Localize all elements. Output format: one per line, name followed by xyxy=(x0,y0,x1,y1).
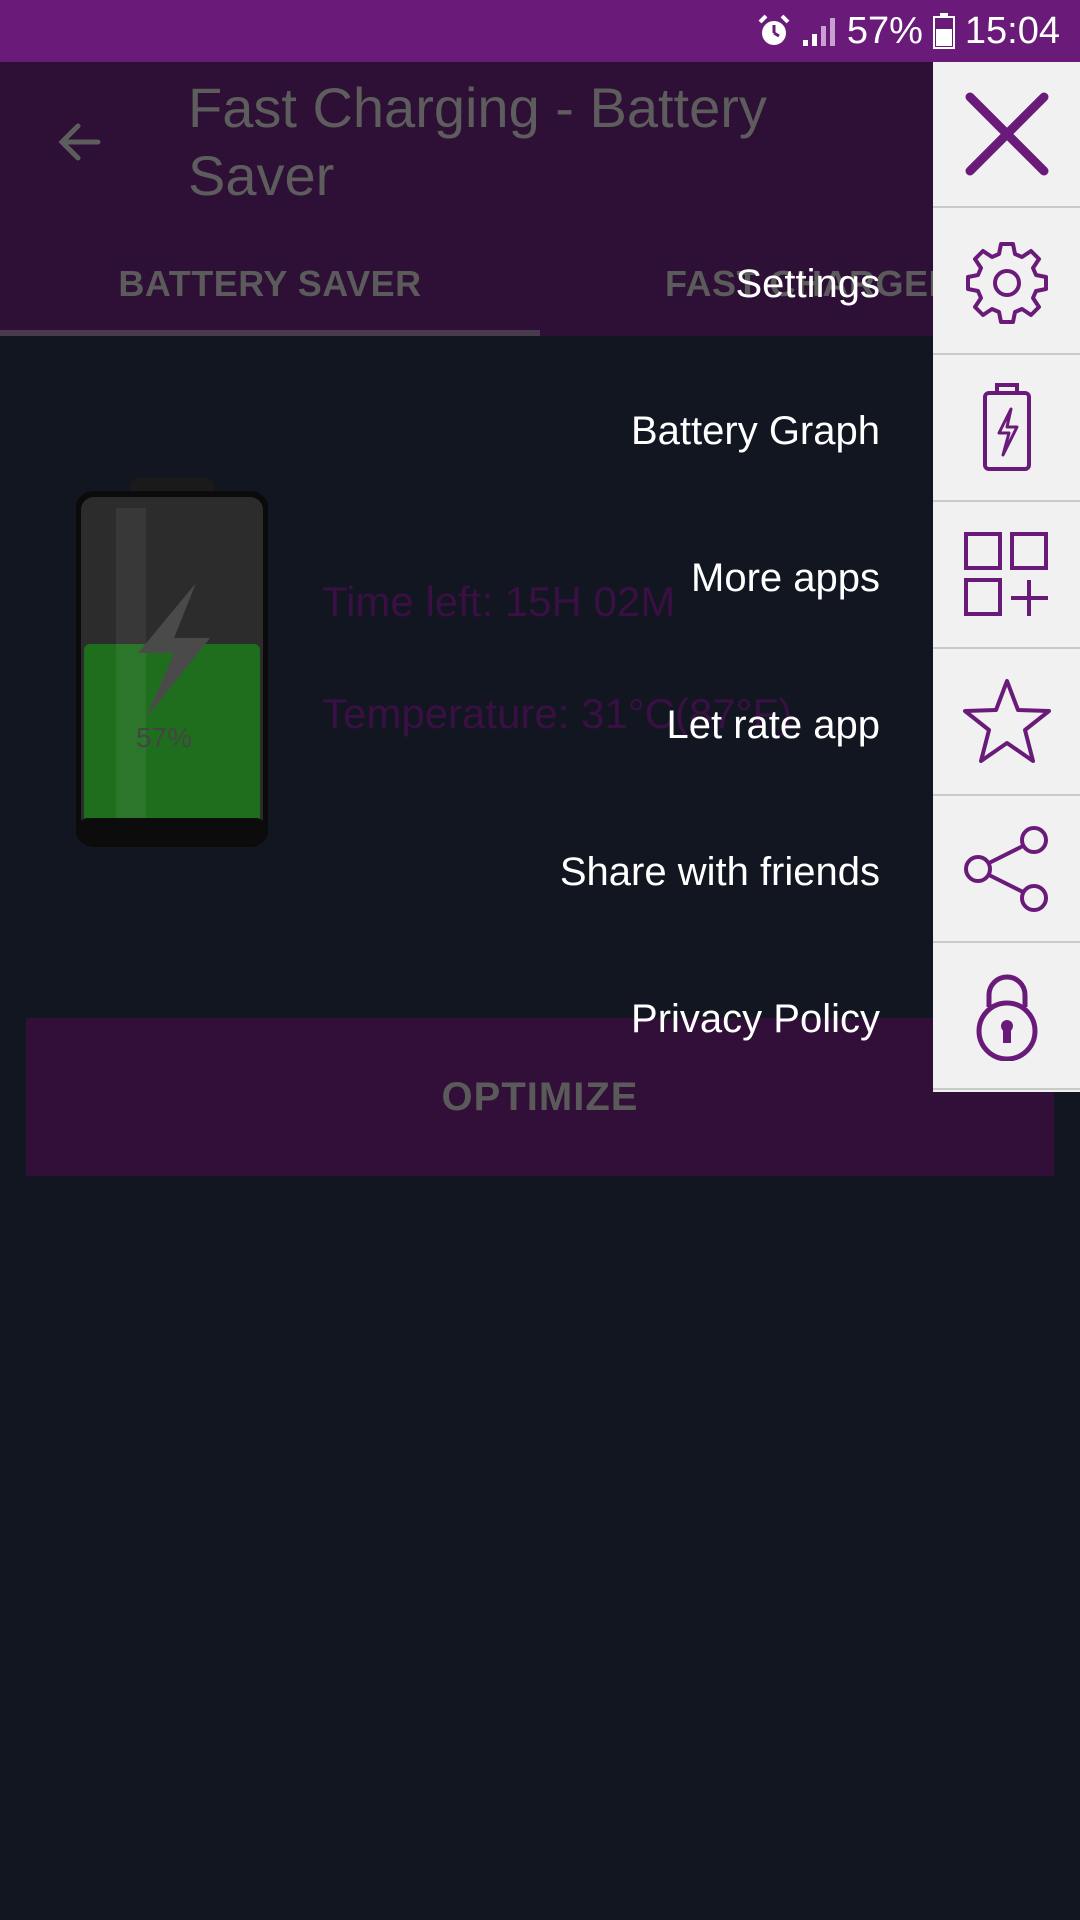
close-button[interactable] xyxy=(933,62,1080,208)
signal-icon xyxy=(802,18,835,46)
battery-graph-icon-button[interactable] xyxy=(933,356,1080,502)
tab-battery-saver[interactable]: BATTERY SAVER xyxy=(0,232,540,336)
time-left-label: Time left: 15H 02M xyxy=(322,578,676,625)
privacy-policy-icon-button[interactable] xyxy=(933,944,1080,1090)
battery-level-label: 57% xyxy=(135,722,193,753)
more-apps-icon-button[interactable] xyxy=(933,503,1080,649)
rate-app-icon-button[interactable] xyxy=(933,650,1080,796)
battery-charging-icon xyxy=(982,383,1031,471)
lock-icon xyxy=(976,974,1037,1061)
close-icon xyxy=(965,92,1048,176)
star-icon xyxy=(962,679,1051,763)
menu-item-rate-app[interactable]: Let rate app xyxy=(667,703,881,748)
battery-icon xyxy=(932,13,955,49)
settings-icon-button[interactable] xyxy=(933,209,1080,355)
optimize-button[interactable]: OPTIMIZE xyxy=(26,1018,1054,1176)
back-arrow-icon[interactable] xyxy=(50,112,110,172)
status-bar: 57% 15:04 xyxy=(0,0,1080,62)
menu-item-battery-graph[interactable]: Battery Graph xyxy=(631,409,880,454)
alarm-icon xyxy=(758,14,790,45)
battery-percent: 57% xyxy=(846,9,923,52)
tab-indicator xyxy=(0,330,540,336)
menu-icon-panel xyxy=(933,62,1080,1092)
menu-item-privacy-policy[interactable]: Privacy Policy xyxy=(631,997,880,1042)
menu-item-more-apps[interactable]: More apps xyxy=(691,556,880,601)
tab-bar: BATTERY SAVER FAST CHARGER xyxy=(0,232,1080,336)
menu-item-share[interactable]: Share with friends xyxy=(560,850,880,895)
app-bar: Fast Charging - Battery Saver BATTERY SA… xyxy=(0,62,1080,336)
share-icon-button[interactable] xyxy=(933,797,1080,943)
menu-item-settings[interactable]: Settings xyxy=(735,262,880,307)
battery-illustration xyxy=(76,478,268,847)
apps-grid-icon xyxy=(963,532,1048,616)
share-icon xyxy=(963,826,1048,912)
clock: 15:04 xyxy=(964,9,1060,52)
page-title: Fast Charging - Battery Saver xyxy=(188,76,767,207)
gear-icon xyxy=(965,242,1048,324)
